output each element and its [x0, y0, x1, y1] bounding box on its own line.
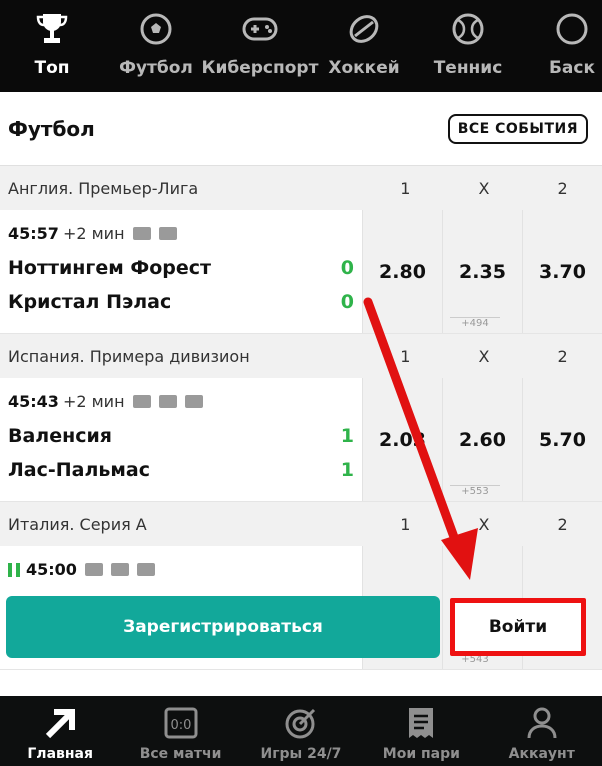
score-away: 1	[340, 459, 354, 481]
scoreboard-icon	[110, 563, 129, 576]
odd-draw[interactable]: 2.60	[442, 378, 522, 501]
score-home: 1	[340, 425, 354, 447]
nav-label: Аккаунт	[508, 746, 575, 762]
soccer-ball-icon	[137, 10, 175, 48]
odd-draw[interactable]: 2.35	[442, 210, 522, 333]
gamepad-icon	[241, 10, 279, 48]
user-icon	[522, 704, 562, 742]
col-label-x: X	[478, 514, 490, 534]
tab-label: Киберспорт	[201, 58, 319, 78]
target-icon	[281, 704, 321, 742]
tab-basketball[interactable]: Баск	[520, 0, 602, 92]
video-icon	[84, 563, 103, 576]
team-away: Кристал Пэлас 0	[8, 291, 354, 313]
added-time: +2 мин	[62, 392, 125, 411]
scoreboard-icon	[158, 395, 177, 408]
odd-away-win[interactable]: 5.70	[522, 378, 602, 501]
section-title: Футбол	[8, 116, 95, 141]
stats-icon	[158, 227, 177, 240]
col-label-1: 1	[400, 178, 411, 198]
col-label-2: 2	[557, 346, 568, 366]
match-time: 45:57	[8, 224, 59, 243]
league-name: Испания. Примера дивизион	[8, 346, 250, 366]
tab-hockey[interactable]: Хоккей	[312, 0, 416, 92]
tab-tennis[interactable]: Теннис	[416, 0, 520, 92]
match-time: 45:00	[26, 560, 77, 579]
video-icon	[132, 395, 151, 408]
svg-text:0:0: 0:0	[170, 718, 191, 733]
league-header[interactable]: Италия. Серия А 1 X 2	[0, 502, 602, 546]
tab-label: Хоккей	[328, 58, 400, 78]
section-header: Футбол ВСЕ СОБЫТИЯ	[0, 92, 602, 166]
scoreboard-icon	[132, 227, 151, 240]
tab-label: Футбол	[119, 58, 193, 78]
all-events-button[interactable]: ВСЕ СОБЫТИЯ	[447, 113, 588, 144]
match-row[interactable]: 45:43 +2 мин Валенсия 1 Лас-Пальмас 1 2.03…	[0, 378, 602, 502]
trophy-icon	[33, 10, 71, 48]
match-info[interactable]: 45:57 +2 мин Ноттингем Форест 0 Кристал П…	[0, 210, 362, 333]
home-arrow-icon	[40, 704, 80, 742]
bottom-navigation: Главная 0:0 Все матчи Игры 24/7 Мои пари…	[0, 696, 602, 766]
hockey-puck-icon	[345, 10, 383, 48]
odd-home-win[interactable]: 2.80	[362, 210, 442, 333]
col-label-1: 1	[400, 514, 411, 534]
odds-group: 2.80 2.35 3.70 +494	[362, 210, 602, 333]
sport-tabs-bar: Топ Футбол Киберспорт Хоккей Теннис Баск	[0, 0, 602, 92]
login-button[interactable]: Войти	[450, 598, 586, 656]
col-label-2: 2	[557, 178, 568, 198]
tab-label: Баск	[548, 58, 596, 78]
col-label-2: 2	[557, 514, 568, 534]
tab-football[interactable]: Футбол	[104, 0, 208, 92]
match-time: 45:43	[8, 392, 59, 411]
auth-action-bar: Зарегистрироваться Войти	[0, 596, 602, 660]
stats-icon	[184, 395, 203, 408]
league-header[interactable]: Испания. Примера дивизион 1 X 2	[0, 334, 602, 378]
match-row[interactable]: 45:57 +2 мин Ноттингем Форест 0 Кристал П…	[0, 210, 602, 334]
basketball-icon	[553, 10, 591, 48]
league-name: Англия. Премьер-Лига	[8, 178, 199, 198]
match-info[interactable]: 45:43 +2 мин Валенсия 1 Лас-Пальмас 1	[0, 378, 362, 501]
live-pause-icon	[8, 562, 20, 577]
tab-esports[interactable]: Киберспорт	[202, 0, 318, 92]
tennis-ball-icon	[449, 10, 487, 48]
nav-label: Все матчи	[139, 746, 222, 762]
more-markets[interactable]: +494	[450, 317, 500, 329]
nav-home[interactable]: Главная	[0, 704, 120, 762]
col-label-1: 1	[400, 346, 411, 366]
scoreboard-icon: 0:0	[161, 704, 201, 742]
col-label-x: X	[478, 178, 490, 198]
col-label-x: X	[478, 346, 490, 366]
league-name: Италия. Серия А	[8, 514, 147, 534]
receipt-icon	[401, 704, 441, 742]
odd-home-win[interactable]: 2.03	[362, 378, 442, 501]
team-home: Ноттингем Форест 0	[8, 257, 354, 279]
nav-label: Игры 24/7	[260, 746, 342, 762]
register-button[interactable]: Зарегистрироваться	[6, 596, 440, 658]
team-away: Лас-Пальмас 1	[8, 459, 354, 481]
tab-top[interactable]: Топ	[0, 0, 104, 92]
league-header[interactable]: Англия. Премьер-Лига 1 X 2	[0, 166, 602, 210]
nav-all-matches[interactable]: 0:0 Все матчи	[121, 704, 241, 762]
nav-my-bets[interactable]: Мои пари	[361, 704, 481, 762]
tab-label: Топ	[34, 58, 70, 78]
nav-label: Главная	[27, 746, 93, 762]
stats-icon	[136, 563, 155, 576]
nav-account[interactable]: Аккаунт	[482, 704, 602, 762]
added-time: +2 мин	[62, 224, 125, 243]
nav-label: Мои пари	[382, 746, 460, 762]
odd-away-win[interactable]: 3.70	[522, 210, 602, 333]
odds-group: 2.03 2.60 5.70 +553	[362, 378, 602, 501]
score-home: 0	[340, 257, 354, 279]
score-away: 0	[340, 291, 354, 313]
tab-label: Теннис	[433, 58, 503, 78]
more-markets[interactable]: +553	[450, 485, 500, 497]
team-home: Валенсия 1	[8, 425, 354, 447]
nav-games[interactable]: Игры 24/7	[241, 704, 361, 762]
